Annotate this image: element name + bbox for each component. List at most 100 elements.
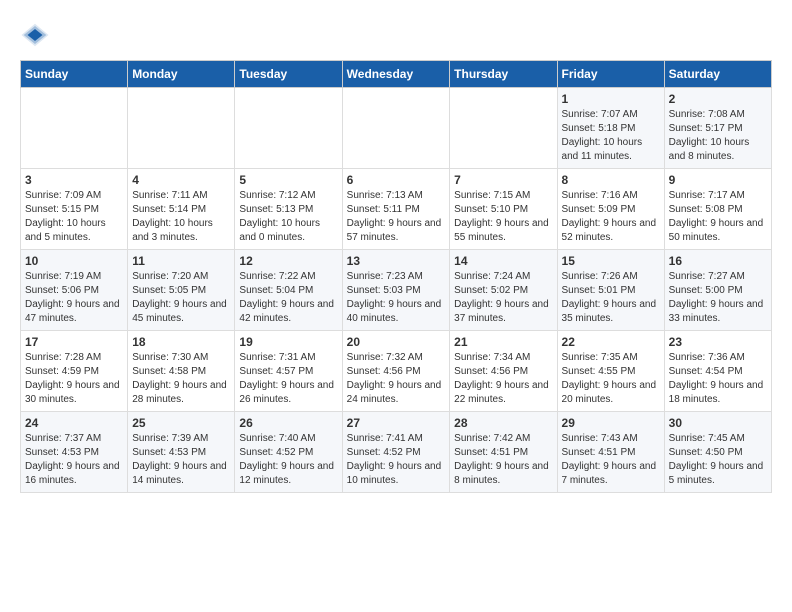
- calendar-day-cell: 13 Sunrise: 7:23 AM Sunset: 5:03 PM Dayli…: [342, 250, 450, 331]
- day-info: Sunrise: 7:28 AM Sunset: 4:59 PM Dayligh…: [25, 351, 123, 407]
- day-number: 8: [562, 173, 660, 187]
- day-info: Sunrise: 7:32 AM Sunset: 4:56 PM Dayligh…: [347, 351, 446, 407]
- calendar-header-row: SundayMondayTuesdayWednesdayThursdayFrid…: [21, 61, 772, 88]
- calendar-day-cell: 14 Sunrise: 7:24 AM Sunset: 5:02 PM Dayli…: [450, 250, 557, 331]
- day-info: Sunrise: 7:09 AM Sunset: 5:15 PM Dayligh…: [25, 189, 123, 245]
- calendar-day-cell: 12 Sunrise: 7:22 AM Sunset: 5:04 PM Dayli…: [235, 250, 342, 331]
- calendar-day-cell: 21 Sunrise: 7:34 AM Sunset: 4:56 PM Dayli…: [450, 331, 557, 412]
- day-number: 16: [669, 254, 767, 268]
- calendar-day-cell: 5 Sunrise: 7:12 AM Sunset: 5:13 PM Daylig…: [235, 169, 342, 250]
- calendar-day-cell: 6 Sunrise: 7:13 AM Sunset: 5:11 PM Daylig…: [342, 169, 450, 250]
- day-number: 29: [562, 416, 660, 430]
- calendar-day-cell: 2Sunrise: 7:08 AM Sunset: 5:17 PM Daylig…: [664, 88, 771, 169]
- day-info: Sunrise: 7:40 AM Sunset: 4:52 PM Dayligh…: [239, 432, 337, 488]
- day-info: Sunrise: 7:30 AM Sunset: 4:58 PM Dayligh…: [132, 351, 230, 407]
- day-info: Sunrise: 7:45 AM Sunset: 4:50 PM Dayligh…: [669, 432, 767, 488]
- day-info: Sunrise: 7:19 AM Sunset: 5:06 PM Dayligh…: [25, 270, 123, 326]
- calendar-day-cell: 8 Sunrise: 7:16 AM Sunset: 5:09 PM Daylig…: [557, 169, 664, 250]
- day-number: 4: [132, 173, 230, 187]
- day-info: Sunrise: 7:17 AM Sunset: 5:08 PM Dayligh…: [669, 189, 767, 245]
- day-of-week-header: Sunday: [21, 61, 128, 88]
- day-number: 10: [25, 254, 123, 268]
- day-number: 1: [562, 92, 660, 106]
- day-number: 24: [25, 416, 123, 430]
- calendar-day-cell: 20 Sunrise: 7:32 AM Sunset: 4:56 PM Dayli…: [342, 331, 450, 412]
- calendar-day-cell: 15 Sunrise: 7:26 AM Sunset: 5:01 PM Dayli…: [557, 250, 664, 331]
- day-info: Sunrise: 7:26 AM Sunset: 5:01 PM Dayligh…: [562, 270, 660, 326]
- day-info: Sunrise: 7:12 AM Sunset: 5:13 PM Dayligh…: [239, 189, 337, 245]
- day-number: 11: [132, 254, 230, 268]
- calendar-day-cell: [128, 88, 235, 169]
- day-number: 14: [454, 254, 552, 268]
- calendar-day-cell: 23 Sunrise: 7:36 AM Sunset: 4:54 PM Dayli…: [664, 331, 771, 412]
- day-number: 17: [25, 335, 123, 349]
- calendar-day-cell: [235, 88, 342, 169]
- calendar-day-cell: [342, 88, 450, 169]
- day-number: 23: [669, 335, 767, 349]
- calendar-day-cell: 22 Sunrise: 7:35 AM Sunset: 4:55 PM Dayli…: [557, 331, 664, 412]
- calendar-day-cell: 30 Sunrise: 7:45 AM Sunset: 4:50 PM Dayli…: [664, 412, 771, 493]
- day-number: 25: [132, 416, 230, 430]
- day-info: Sunrise: 7:22 AM Sunset: 5:04 PM Dayligh…: [239, 270, 337, 326]
- day-number: 7: [454, 173, 552, 187]
- calendar-day-cell: 16 Sunrise: 7:27 AM Sunset: 5:00 PM Dayli…: [664, 250, 771, 331]
- calendar-day-cell: 19 Sunrise: 7:31 AM Sunset: 4:57 PM Dayli…: [235, 331, 342, 412]
- day-info: Sunrise: 7:11 AM Sunset: 5:14 PM Dayligh…: [132, 189, 230, 245]
- calendar-day-cell: 1 Sunrise: 7:07 AM Sunset: 5:18 PM Daylig…: [557, 88, 664, 169]
- day-info: Sunrise: 7:13 AM Sunset: 5:11 PM Dayligh…: [347, 189, 446, 245]
- day-info: Sunrise: 7:34 AM Sunset: 4:56 PM Dayligh…: [454, 351, 552, 407]
- day-info: Sunrise: 7:20 AM Sunset: 5:05 PM Dayligh…: [132, 270, 230, 326]
- calendar-day-cell: 11 Sunrise: 7:20 AM Sunset: 5:05 PM Dayli…: [128, 250, 235, 331]
- day-info: Sunrise: 7:37 AM Sunset: 4:53 PM Dayligh…: [25, 432, 123, 488]
- logo: [20, 20, 54, 50]
- day-number: 21: [454, 335, 552, 349]
- calendar-day-cell: 28 Sunrise: 7:42 AM Sunset: 4:51 PM Dayli…: [450, 412, 557, 493]
- day-info: Sunrise: 7:15 AM Sunset: 5:10 PM Dayligh…: [454, 189, 552, 245]
- day-of-week-header: Monday: [128, 61, 235, 88]
- day-info: Sunrise: 7:16 AM Sunset: 5:09 PM Dayligh…: [562, 189, 660, 245]
- day-info: Sunrise: 7:23 AM Sunset: 5:03 PM Dayligh…: [347, 270, 446, 326]
- day-number: 19: [239, 335, 337, 349]
- calendar-day-cell: 18 Sunrise: 7:30 AM Sunset: 4:58 PM Dayli…: [128, 331, 235, 412]
- day-number: 5: [239, 173, 337, 187]
- day-number: 28: [454, 416, 552, 430]
- calendar-day-cell: 26 Sunrise: 7:40 AM Sunset: 4:52 PM Dayli…: [235, 412, 342, 493]
- day-info: Sunrise: 7:07 AM Sunset: 5:18 PM Dayligh…: [562, 108, 660, 164]
- day-number: 2: [669, 92, 767, 106]
- day-info: Sunrise: 7:27 AM Sunset: 5:00 PM Dayligh…: [669, 270, 767, 326]
- day-info: Sunrise: 7:35 AM Sunset: 4:55 PM Dayligh…: [562, 351, 660, 407]
- day-of-week-header: Saturday: [664, 61, 771, 88]
- calendar-day-cell: 9Sunrise: 7:17 AM Sunset: 5:08 PM Daylig…: [664, 169, 771, 250]
- day-info: Sunrise: 7:43 AM Sunset: 4:51 PM Dayligh…: [562, 432, 660, 488]
- calendar-week-row: 3 Sunrise: 7:09 AM Sunset: 5:15 PM Daylig…: [21, 169, 772, 250]
- day-of-week-header: Thursday: [450, 61, 557, 88]
- calendar-day-cell: 17 Sunrise: 7:28 AM Sunset: 4:59 PM Dayli…: [21, 331, 128, 412]
- calendar-day-cell: 24 Sunrise: 7:37 AM Sunset: 4:53 PM Dayli…: [21, 412, 128, 493]
- calendar-day-cell: 29 Sunrise: 7:43 AM Sunset: 4:51 PM Dayli…: [557, 412, 664, 493]
- calendar-day-cell: 25Sunrise: 7:39 AM Sunset: 4:53 PM Dayli…: [128, 412, 235, 493]
- day-number: 15: [562, 254, 660, 268]
- day-number: 30: [669, 416, 767, 430]
- day-of-week-header: Tuesday: [235, 61, 342, 88]
- calendar-day-cell: 3 Sunrise: 7:09 AM Sunset: 5:15 PM Daylig…: [21, 169, 128, 250]
- calendar-week-row: 17 Sunrise: 7:28 AM Sunset: 4:59 PM Dayli…: [21, 331, 772, 412]
- day-number: 22: [562, 335, 660, 349]
- day-info: Sunrise: 7:36 AM Sunset: 4:54 PM Dayligh…: [669, 351, 767, 407]
- day-number: 12: [239, 254, 337, 268]
- day-number: 6: [347, 173, 446, 187]
- calendar-day-cell: [21, 88, 128, 169]
- calendar-day-cell: 27Sunrise: 7:41 AM Sunset: 4:52 PM Dayli…: [342, 412, 450, 493]
- day-number: 26: [239, 416, 337, 430]
- day-number: 13: [347, 254, 446, 268]
- day-of-week-header: Wednesday: [342, 61, 450, 88]
- calendar-day-cell: 7 Sunrise: 7:15 AM Sunset: 5:10 PM Daylig…: [450, 169, 557, 250]
- day-number: 18: [132, 335, 230, 349]
- day-info: Sunrise: 7:31 AM Sunset: 4:57 PM Dayligh…: [239, 351, 337, 407]
- day-number: 27: [347, 416, 446, 430]
- day-number: 20: [347, 335, 446, 349]
- day-info: Sunrise: 7:24 AM Sunset: 5:02 PM Dayligh…: [454, 270, 552, 326]
- calendar-table: SundayMondayTuesdayWednesdayThursdayFrid…: [20, 60, 772, 493]
- day-info: Sunrise: 7:42 AM Sunset: 4:51 PM Dayligh…: [454, 432, 552, 488]
- calendar-week-row: 1 Sunrise: 7:07 AM Sunset: 5:18 PM Daylig…: [21, 88, 772, 169]
- day-number: 3: [25, 173, 123, 187]
